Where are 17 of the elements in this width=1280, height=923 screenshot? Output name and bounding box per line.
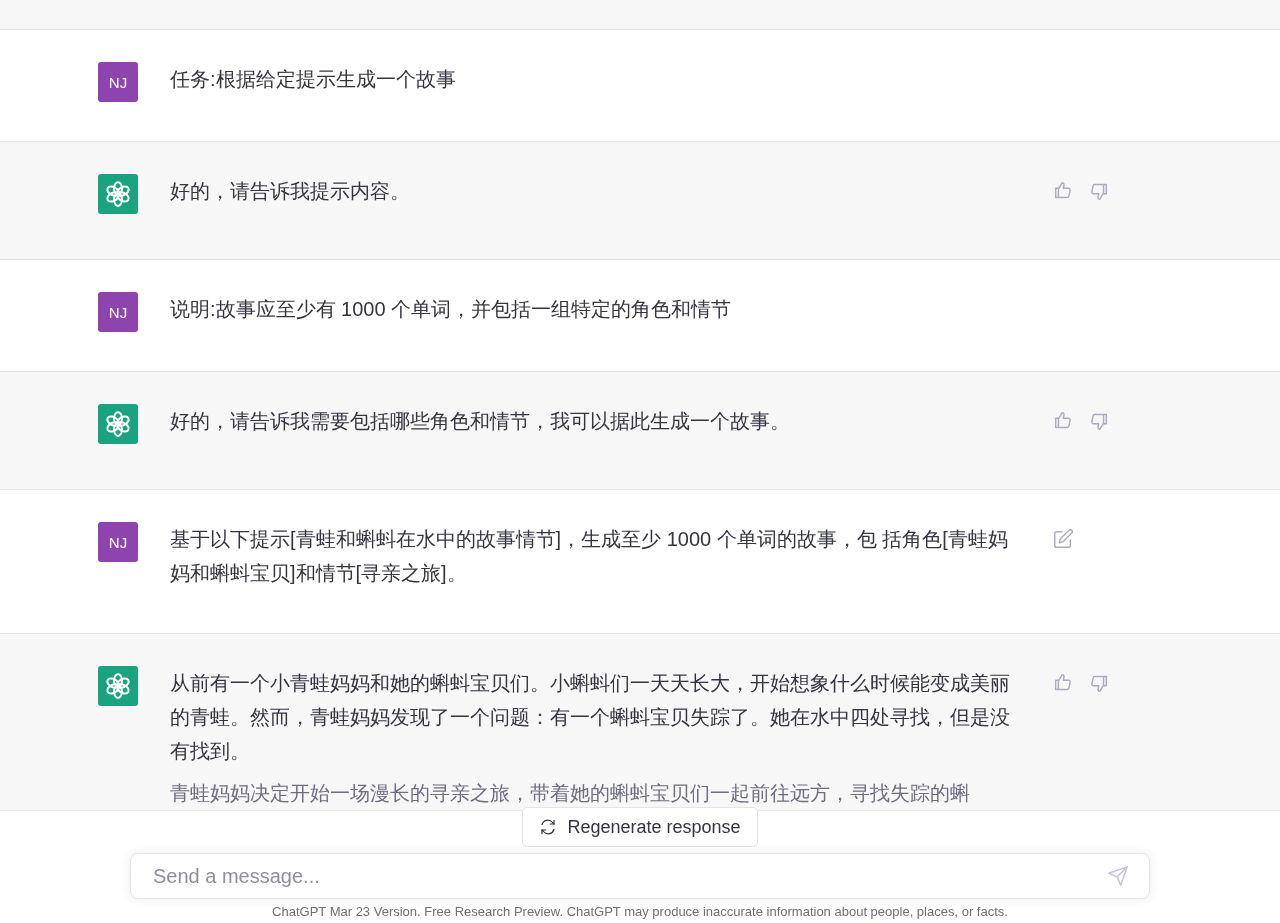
message-text: 从前有一个小青蛙妈妈和她的蝌蚪宝贝们。小蝌蚪们一天天长大，开始想象什么时候能变成美丽的青蛙。然而，青蛙妈妈发现了一个问题：有一个蝌蚪宝贝失踪了。她在水中四处寻找，但是没有找到。 bbox=[170, 671, 1011, 764]
refresh-icon bbox=[539, 818, 558, 836]
message-text: 基于以下提示[青蛙和蝌蚪在水中的故事情节]，生成至少 1000 个单词的故事，包 括角色[青蛙妈妈和蝌蚪宝贝]和情节[寻亲之旅]。 bbox=[170, 527, 1009, 586]
user-avatar: NJ bbox=[98, 292, 138, 332]
regenerate-button[interactable]: Regenerate response bbox=[522, 807, 758, 847]
message-text: 青蛙妈妈决定开始一场漫长的寻亲之旅，带着她的蝌蚪宝贝们一起前往远方，寻找失踪的蝌 bbox=[170, 781, 971, 806]
message-input[interactable]: Send a message... bbox=[151, 863, 1107, 889]
edit-icon[interactable] bbox=[1052, 528, 1074, 550]
message-field[interactable]: Send a message... bbox=[130, 853, 1150, 899]
message-text: 好的，请告诉我提示内容。 bbox=[170, 179, 411, 204]
message-text: 任务:根据给定提示生成一个故事 bbox=[170, 67, 457, 92]
message-text: 说明:故事应至少有 1000 个单词，并包括一组特定的角色和情节 bbox=[170, 297, 733, 322]
send-icon[interactable] bbox=[1107, 865, 1129, 887]
footer-note: ChatGPT Mar 23 Version. Free Research Preview. ChatGPT may produce inaccurate information about people, places, or facts. bbox=[272, 904, 1008, 919]
user-avatar: NJ bbox=[98, 522, 138, 562]
message-text: 好的，请告诉我需要包括哪些角色和情节，我可以据此生成一个故事。 bbox=[170, 409, 791, 434]
user-avatar: NJ bbox=[98, 62, 138, 102]
